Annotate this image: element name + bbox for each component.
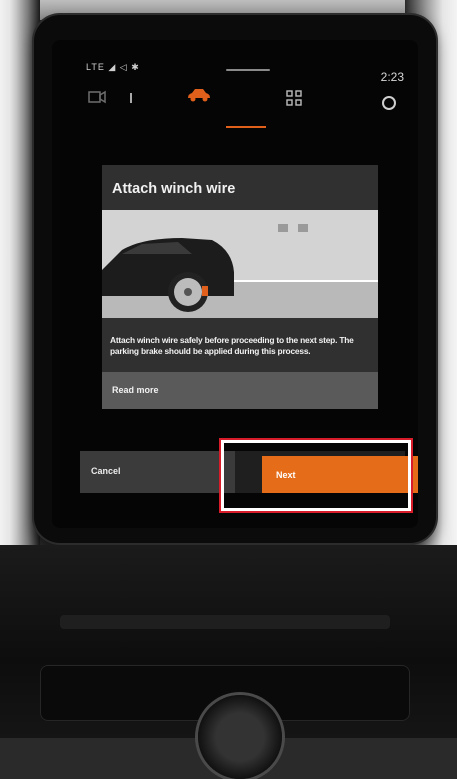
- location-icon: ◁: [119, 62, 128, 72]
- status-icons: LTE ◢ ◁ ✱: [86, 62, 140, 73]
- bluetooth-icon: ✱: [131, 62, 140, 72]
- next-button-highlight: [219, 438, 413, 513]
- notification-drag-handle[interactable]: [226, 69, 270, 71]
- read-more-label: Read more: [112, 385, 159, 395]
- apps-grid-icon[interactable]: [286, 90, 302, 111]
- read-more-button[interactable]: Read more: [102, 372, 378, 409]
- car-illustration: [102, 210, 378, 318]
- status-bar: LTE ◢ ◁ ✱ 2:23: [52, 40, 418, 130]
- camera-icon[interactable]: [88, 90, 106, 109]
- cancel-button[interactable]: Cancel: [80, 451, 235, 493]
- winch-wire-dialog: Attach winch wire Attach winch wire safe…: [102, 165, 378, 409]
- signal-bars-icon: ◢: [108, 62, 117, 72]
- car-icon[interactable]: [186, 88, 212, 102]
- console-ridge: [60, 615, 390, 629]
- top-navigation: [52, 88, 418, 118]
- dialog-title: Attach winch wire: [112, 181, 236, 197]
- lte-signal-label: LTE: [86, 62, 105, 72]
- active-tab-indicator: [226, 126, 266, 128]
- home-circle-icon[interactable]: [382, 96, 396, 110]
- clock: 2:23: [380, 70, 404, 84]
- console-knob: [198, 695, 282, 779]
- divider-icon: [130, 93, 132, 103]
- center-console: [0, 545, 457, 779]
- dialog-description: Attach winch wire safely before proceedi…: [110, 335, 354, 356]
- cancel-label: Cancel: [91, 466, 121, 476]
